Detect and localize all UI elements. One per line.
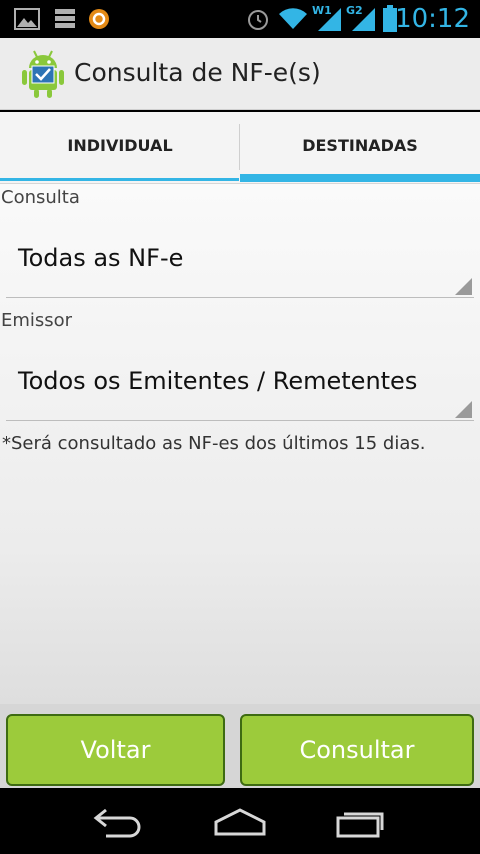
dropdown-arrow-icon [455, 278, 472, 295]
emissor-label: Emissor [1, 310, 73, 331]
home-icon[interactable] [212, 804, 268, 838]
consulta-spinner[interactable]: Todas as NF-e [6, 228, 474, 298]
tab-individual[interactable]: INDIVIDUAL [0, 112, 240, 184]
voltar-button[interactable]: Voltar [6, 714, 225, 786]
tab-underline-individual [0, 178, 239, 181]
consultar-button[interactable]: Consultar [240, 714, 474, 786]
consulta-value: Todas as NF-e [18, 244, 184, 272]
info-note: *Será consultado as NF-es dos últimos 15… [2, 433, 426, 454]
emissor-spinner[interactable]: Todos os Emitentes / Remetentes [6, 351, 474, 421]
android-app-icon[interactable] [20, 49, 66, 99]
avast-icon [89, 9, 109, 29]
alarm-icon [248, 10, 268, 30]
dropdown-arrow-icon [455, 401, 472, 418]
action-bar: Consulta de NF-e(s) [0, 38, 480, 110]
signal-g2-icon: G2 [346, 4, 376, 32]
tab-selected-indicator [240, 174, 480, 182]
navigation-bar [0, 788, 480, 854]
gallery-icon [14, 8, 40, 30]
back-icon[interactable] [92, 804, 148, 838]
storage-icon [55, 9, 75, 28]
button-bar: Voltar Consultar [0, 704, 480, 788]
consulta-label: Consulta [1, 187, 80, 208]
status-time: 10:12 [395, 4, 470, 34]
form-content: Consulta Todas as NF-e Emissor Todos os … [0, 184, 480, 704]
page-title: Consulta de NF-e(s) [74, 58, 321, 87]
wifi-icon [279, 8, 307, 29]
emissor-value: Todos os Emitentes / Remetentes [18, 367, 418, 395]
recent-apps-icon[interactable] [332, 804, 388, 838]
status-bar: W1 G2 10:12 [0, 0, 480, 38]
signal-w1-icon: W1 [312, 4, 342, 32]
